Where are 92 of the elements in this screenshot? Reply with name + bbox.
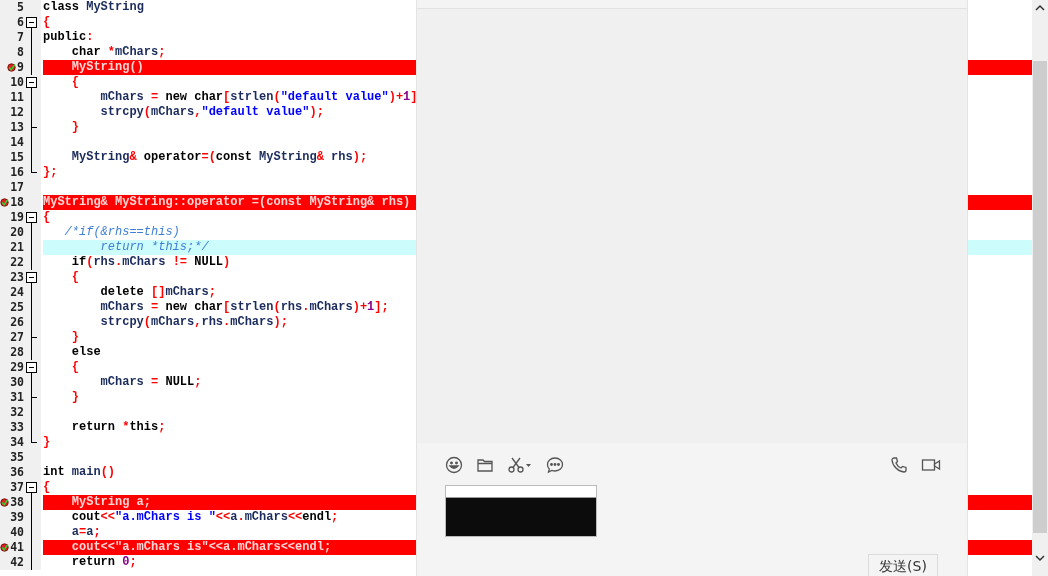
code-line: { [43,210,51,225]
line-number: 27 [10,330,24,345]
code-line: int main() [43,465,116,480]
line-number: 25 [10,300,24,315]
line-number: 9 [17,60,24,75]
line-number: 12 [10,105,24,120]
line-number: 22 [10,255,24,270]
code-line: }; [43,165,58,180]
code-line: char *mChars; [70,45,166,60]
code-line: else [70,345,101,360]
breakpoint-icon[interactable] [0,543,10,552]
line-number: 32 [10,405,24,420]
phone-icon[interactable] [890,456,908,474]
line-number: 30 [10,375,24,390]
scroll-down-icon[interactable] [1035,555,1045,562]
chat-bubble-icon[interactable] [546,456,564,474]
code-line: { [43,15,51,30]
line-number: 29 [10,360,24,375]
fold-toggle[interactable] [26,17,37,28]
line-number: 19 [10,210,24,225]
breakpoint-icon[interactable] [7,63,17,72]
code-line: MyString() [70,60,144,75]
line-number: 21 [10,240,24,255]
line-number: 28 [10,345,24,360]
line-number: 15 [10,150,24,165]
code-line: } [70,120,79,135]
code-line: MyString& operator=(const MyString& rhs); [70,150,368,165]
line-number: 20 [10,225,24,240]
line-number: 41 [10,540,24,555]
code-line: { [70,75,79,90]
line-number: 17 [10,180,24,195]
line-number: 34 [10,435,24,450]
scrollbar-thumb[interactable] [1033,61,1047,533]
scroll-up-icon[interactable] [1035,4,1045,11]
fold-toggle[interactable] [26,212,37,223]
line-number: 35 [10,450,24,465]
line-number: 24 [10,285,24,300]
line-number: 42 [10,555,24,570]
fold-toggle[interactable] [26,272,37,283]
send-button[interactable]: 发送(S) [868,554,938,576]
line-number: 16 [10,165,24,180]
code-line: return *this;*/ [99,240,209,255]
screenshot-thumbnail[interactable] [445,485,597,537]
line-number: 33 [10,420,24,435]
code-line: a=a; [70,525,101,540]
line-number: 23 [10,270,24,285]
code-line: cout<<"a.mChars is "<<a.mChars<<endl; [70,510,339,525]
line-number: 31 [10,390,24,405]
code-line: } [70,330,79,345]
code-line: if(rhs.mChars != NULL) [70,255,231,270]
line-number: 40 [10,525,24,540]
code-line: { [70,270,79,285]
line-number: 26 [10,315,24,330]
scissors-caret-icon[interactable] [507,456,533,474]
code-line: class MyString [43,0,144,15]
code-line: mChars = NULL; [99,375,202,390]
fold-toggle[interactable] [26,482,37,493]
code-line: { [70,360,79,375]
code-line: return *this; [70,420,166,435]
line-number: 38 [10,495,24,510]
code-line: mChars = new char[strlen(rhs.mChars)+1]; [99,300,389,315]
folder-icon[interactable] [476,456,494,474]
line-number: 36 [10,465,24,480]
line-number: 10 [10,75,24,90]
code-line: MyString& MyString::operator =(const MyString& rhs) [43,195,411,210]
code-line: return 0; [70,555,137,570]
fold-toggle[interactable] [26,362,37,373]
breakpoint-icon[interactable] [0,198,10,207]
video-camera-icon[interactable] [921,456,941,474]
code-line: } [43,435,51,450]
line-number: 39 [10,510,24,525]
code-line: } [70,390,79,405]
line-number: 18 [10,195,24,210]
emoji-icon[interactable] [445,456,463,474]
code-line: /*if(&rhs==this) [63,225,180,240]
code-line: delete []mChars; [99,285,216,300]
fold-toggle[interactable] [26,77,37,88]
line-number: 7 [17,30,24,45]
code-line: strcpy(mChars,rhs.mChars); [99,315,288,330]
code-line: strcpy(mChars,"default value"); [99,105,324,120]
line-number: 37 [10,480,24,495]
line-number: 13 [10,120,24,135]
line-number: 5 [17,0,24,15]
code-line: { [43,480,51,495]
line-number: 6 [17,15,24,30]
line-number: 14 [10,135,24,150]
code-line: MyString a; [70,495,152,510]
line-number: 11 [10,90,24,105]
line-number: 8 [17,45,24,60]
code-line: cout<<"a.mChars is"<<a.mChars<<endl; [70,540,332,555]
breakpoint-icon[interactable] [0,498,10,507]
code-line: public: [43,30,94,45]
